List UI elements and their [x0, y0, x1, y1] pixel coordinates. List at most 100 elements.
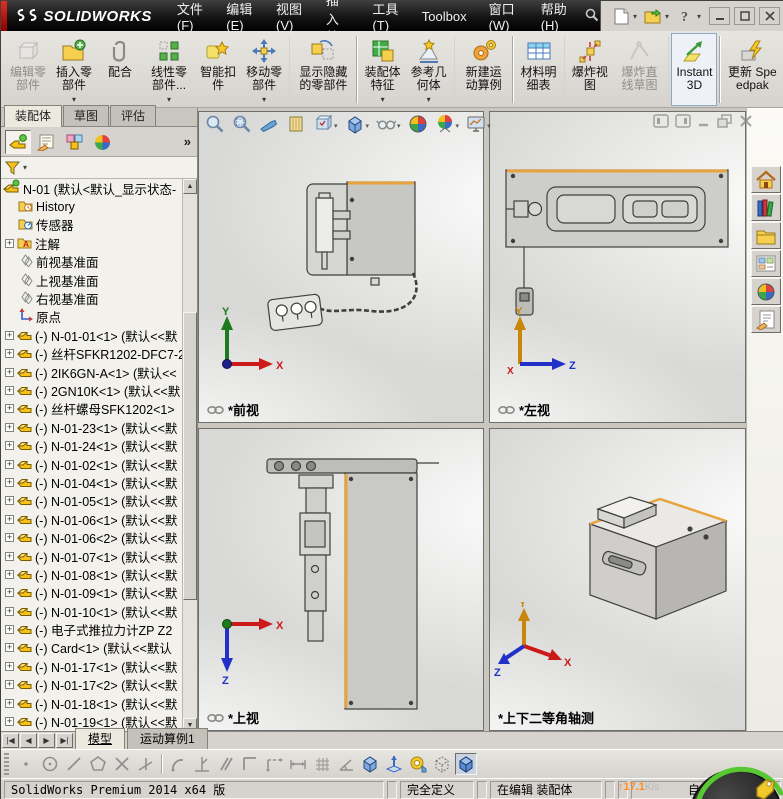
- resources-home-icon[interactable]: [750, 166, 781, 193]
- corner-rectangle-button[interactable]: [239, 753, 261, 775]
- dropdown-arrow-icon[interactable]: ▾: [167, 96, 171, 104]
- hide-show-items-button[interactable]: ▾: [374, 112, 403, 139]
- zoom-area-button[interactable]: [230, 112, 254, 139]
- menu-1[interactable]: 文件(F): [166, 1, 215, 33]
- line-button[interactable]: [63, 753, 85, 775]
- expand-icon[interactable]: +: [5, 441, 14, 451]
- temporary-axes-button[interactable]: [383, 753, 405, 775]
- expand-icon[interactable]: +: [5, 606, 14, 616]
- maximize-button[interactable]: [734, 7, 755, 25]
- grid-button[interactable]: [311, 753, 333, 775]
- bottom-tab-运动算例1[interactable]: 运动算例1: [127, 728, 208, 749]
- scroll-up-icon[interactable]: ▲: [183, 179, 197, 194]
- tree-item[interactable]: + (-) N-01-24<1> (默认<<默: [1, 436, 182, 454]
- nav-last-button[interactable]: ▶|: [56, 733, 73, 748]
- tab-评估[interactable]: 评估: [110, 105, 157, 126]
- point-button[interactable]: [15, 753, 37, 775]
- expand-icon[interactable]: +: [5, 496, 14, 506]
- nav-first-button[interactable]: |◀: [2, 733, 19, 748]
- expand-icon[interactable]: +: [5, 698, 14, 708]
- expand-icon[interactable]: +: [5, 643, 14, 653]
- panel-overflow[interactable]: »: [184, 134, 193, 149]
- custom-properties-icon[interactable]: [750, 306, 781, 333]
- bottom-tab-模型[interactable]: 模型: [75, 728, 126, 749]
- graphics-area[interactable]: ▾ ▾ ▾ ▾ ▾ Y X *前视 Y Z X *左视 X Z *上视 Y X …: [198, 108, 752, 731]
- expand-icon[interactable]: +: [5, 238, 14, 248]
- search-icon[interactable]: [584, 7, 600, 26]
- cmd-move-component-button[interactable]: 移动零部件 ▾: [241, 33, 287, 106]
- expand-icon[interactable]: +: [5, 459, 14, 469]
- expand-icon[interactable]: +: [5, 569, 14, 579]
- tree-item[interactable]: 前视基准面: [1, 253, 182, 271]
- cmd-instant3d-button[interactable]: Instant3D: [671, 33, 718, 106]
- pane-left-icon[interactable]: [653, 114, 669, 131]
- perpendicular-button[interactable]: [191, 753, 213, 775]
- trim-button[interactable]: [111, 753, 133, 775]
- tree-item[interactable]: + (-) N-01-10<1> (默认<<默: [1, 602, 182, 620]
- dropdown-arrow-icon[interactable]: ▾: [487, 122, 491, 130]
- tree-item[interactable]: + (-) N-01-17<1> (默认<<默: [1, 657, 182, 675]
- tree-vertical-scrollbar[interactable]: ▲ ▼: [182, 179, 197, 733]
- sketch-line-angle-button[interactable]: [135, 753, 157, 775]
- cmd-reference-geometry-button[interactable]: 参考几何体 ▾: [406, 33, 452, 106]
- fly-through-button[interactable]: [257, 112, 281, 139]
- help-icon[interactable]: ?: [675, 6, 695, 26]
- expand-icon[interactable]: +: [5, 625, 14, 635]
- edit-appearance-button[interactable]: [406, 112, 430, 139]
- expand-icon[interactable]: +: [5, 330, 14, 340]
- smart-dimension-button[interactable]: [287, 753, 309, 775]
- cmd-smart-fasteners-button[interactable]: 智能扣件: [195, 33, 241, 106]
- expand-icon[interactable]: +: [5, 680, 14, 690]
- dropdown-arrow-icon[interactable]: ▾: [72, 96, 76, 104]
- tree-filter[interactable]: ▾: [1, 157, 197, 179]
- tree-item[interactable]: 右视基准面: [1, 289, 182, 307]
- draft-cube-button[interactable]: [431, 753, 453, 775]
- cmd-mate-button[interactable]: 配合: [97, 33, 143, 106]
- open-document-icon[interactable]: [643, 6, 663, 26]
- nav-next-button[interactable]: ▶: [38, 733, 55, 748]
- tree-item[interactable]: + (-) 丝杆螺母SFK1202<1>: [1, 400, 182, 418]
- cmd-assembly-features-button[interactable]: 装配体特征 ▾: [360, 33, 406, 106]
- tree-item[interactable]: + (-) N-01-09<1> (默认<<默: [1, 584, 182, 602]
- menu-2[interactable]: 编辑(E): [215, 1, 265, 33]
- nav-prev-button[interactable]: ◀: [20, 733, 37, 748]
- menu-6[interactable]: Toolbox: [411, 1, 478, 31]
- parallel-button[interactable]: [215, 753, 237, 775]
- featuremanager-icon[interactable]: [5, 129, 31, 154]
- tree-item[interactable]: 上视基准面: [1, 271, 182, 289]
- design-library-icon[interactable]: [750, 194, 781, 221]
- dropdown-arrow-icon[interactable]: ▾: [456, 122, 460, 130]
- display-style-button[interactable]: ▾: [343, 112, 372, 139]
- circle-button[interactable]: [39, 753, 61, 775]
- new-document-dropdown-icon[interactable]: ▾: [633, 12, 641, 21]
- dropdown-arrow-icon[interactable]: ▾: [381, 96, 385, 104]
- tree-item[interactable]: + (-) 电子式推拉力计ZP Z2: [1, 620, 182, 638]
- configurationmanager-icon[interactable]: [61, 130, 87, 154]
- tree-root-assembly[interactable]: N-01 (默认<默认_显示状态-: [1, 179, 182, 197]
- expand-icon[interactable]: +: [5, 422, 14, 432]
- expand-icon[interactable]: +: [5, 477, 14, 487]
- expand-icon[interactable]: +: [5, 661, 14, 671]
- view-settings-button[interactable]: ▾: [464, 112, 493, 139]
- viewport-left[interactable]: Y Z X *左视: [489, 111, 746, 423]
- tree-item[interactable]: + (-) N-01-06<1> (默认<<默: [1, 510, 182, 528]
- menu-7[interactable]: 窗口(W): [478, 1, 530, 33]
- section-view-button[interactable]: [284, 112, 308, 139]
- doc-close-icon[interactable]: [739, 114, 753, 131]
- expand-icon[interactable]: +: [5, 404, 14, 414]
- viewport-isometric[interactable]: Y X Z *上下二等角轴测: [489, 428, 746, 731]
- cmd-exploded-view-button[interactable]: 爆炸视图: [567, 33, 613, 106]
- dropdown-arrow-icon[interactable]: ▾: [262, 96, 266, 104]
- menu-8[interactable]: 帮助(H): [530, 1, 580, 33]
- tree-item[interactable]: + (-) N-01-17<2> (默认<<默: [1, 676, 182, 694]
- tree-item[interactable]: + (-) Card<1> (默认<<默认: [1, 639, 182, 657]
- tree-item[interactable]: + (-) N-01-02<1> (默认<<默: [1, 455, 182, 473]
- expand-icon[interactable]: +: [5, 367, 14, 377]
- dropdown-arrow-icon[interactable]: ▾: [397, 122, 401, 130]
- doc-minimize-icon[interactable]: [697, 114, 711, 131]
- tab-草图[interactable]: 草图: [63, 105, 110, 126]
- cmd-linear-pattern-button[interactable]: 线性零部件... ▾: [143, 33, 195, 106]
- cmd-motion-study-button[interactable]: 新建运动算例: [457, 33, 510, 106]
- tag-icon[interactable]: [753, 776, 777, 799]
- expand-icon[interactable]: +: [5, 514, 14, 524]
